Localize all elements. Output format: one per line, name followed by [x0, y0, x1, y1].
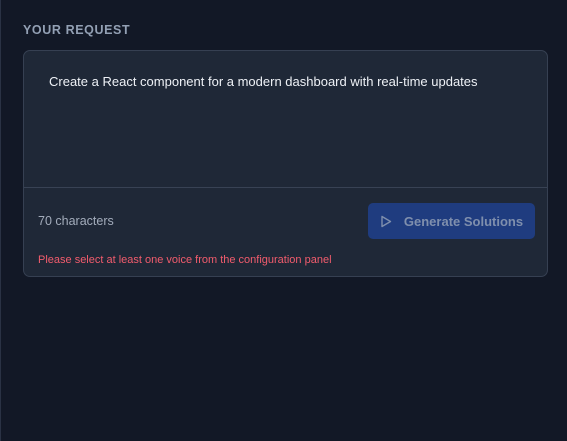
request-textarea[interactable]: Create a React component for a modern da… [49, 73, 519, 183]
play-icon [380, 215, 392, 228]
validation-error: Please select at least one voice from th… [38, 254, 332, 266]
panel-left-border [0, 0, 1, 441]
card-divider [24, 187, 547, 188]
generate-button-label: Generate Solutions [403, 213, 524, 229]
character-count: 70 characters [38, 214, 114, 228]
request-card: Create a React component for a modern da… [23, 50, 548, 277]
generate-solutions-button[interactable]: Generate Solutions [368, 203, 535, 239]
section-title: YOUR REQUEST [23, 23, 131, 37]
